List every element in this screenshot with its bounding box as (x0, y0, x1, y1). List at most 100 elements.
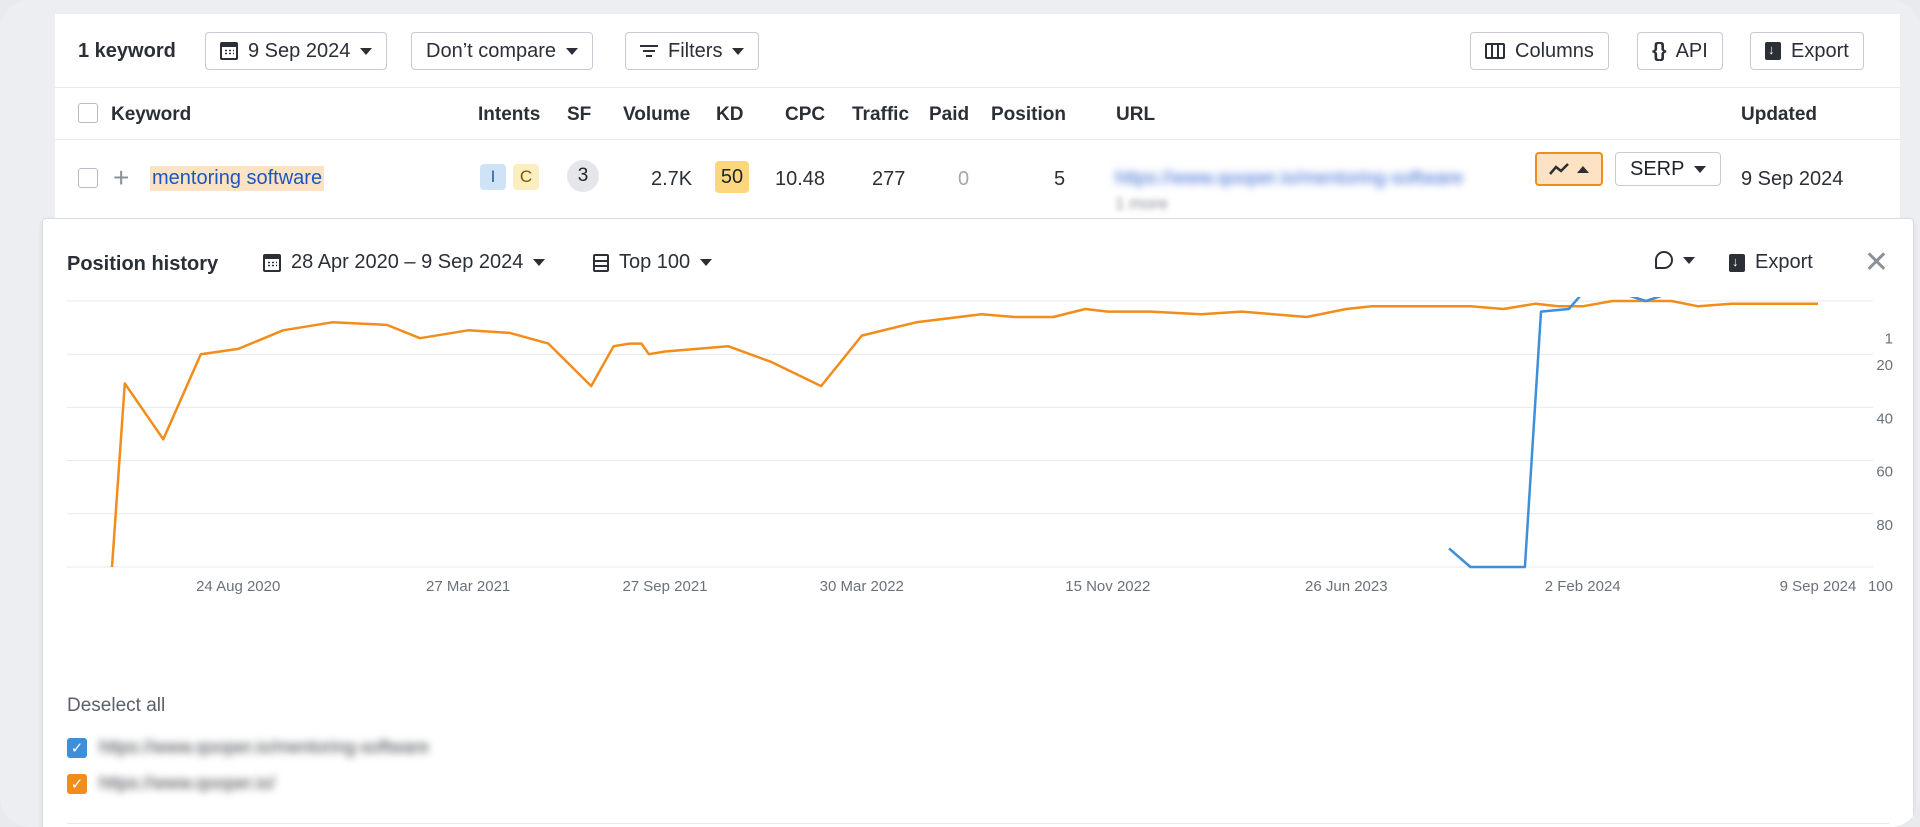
x-tick-label: 2 Feb 2024 (1545, 578, 1621, 595)
chevron-down-icon (700, 259, 713, 266)
position-value: 5 (1054, 168, 1066, 190)
y-tick-label: 100 (1868, 578, 1893, 595)
y-tick-label: 1 (1885, 331, 1893, 348)
intent-informational-badge: I (480, 164, 506, 190)
cpc-value: 10.48 (775, 168, 826, 190)
panel-title: Position history (67, 253, 219, 275)
compare-button[interactable]: Don’t compare (411, 32, 594, 70)
legend-url: https://www.qooper.io/mentoring-software (99, 737, 430, 757)
kd-badge: 50 (715, 161, 749, 193)
header-intents[interactable]: Intents (478, 104, 540, 126)
chevron-down-icon (1683, 256, 1695, 264)
y-tick-label: 20 (1876, 357, 1893, 374)
position-history-chart: 1 20 40 60 80 100 24 Aug 2020 27 Mar 2021 27 Sep… (67, 297, 1893, 595)
close-icon[interactable]: ✕ (1864, 245, 1889, 280)
legend-checkbox[interactable]: ✓ (67, 737, 87, 758)
add-keyword-icon[interactable]: + (113, 162, 129, 194)
header-updated[interactable]: Updated (1741, 104, 1817, 126)
volume-value: 2.7K (651, 168, 693, 190)
y-tick-label: 40 (1876, 410, 1893, 427)
series-line (1448, 297, 1662, 569)
chevron-down-icon (360, 47, 373, 55)
export-button[interactable]: Export (1750, 32, 1864, 70)
braces-icon: {} (1652, 39, 1667, 62)
download-icon (1765, 42, 1781, 60)
api-button[interactable]: {} API (1637, 32, 1723, 70)
keyword-count: 1 keyword (78, 40, 176, 62)
columns-label: Columns (1515, 39, 1594, 62)
chevron-down-icon (732, 47, 745, 55)
position-history-toggle[interactable] (1535, 152, 1603, 186)
deselect-all-link[interactable]: Deselect all (67, 695, 165, 717)
position-history-panel: Position history 28 Apr 2020 – 9 Sep 202… (42, 218, 1914, 827)
x-tick-label: 30 Mar 2022 (820, 578, 904, 595)
header-volume[interactable]: Volume (623, 104, 690, 126)
legend-item[interactable]: ✓ https://www.qooper.io/mentoring-softwa… (67, 737, 429, 758)
serp-label: SERP (1630, 157, 1685, 180)
date-range-button[interactable]: 28 Apr 2020 – 9 Sep 2024 (263, 251, 546, 274)
calendar-icon (220, 42, 238, 60)
legend-item[interactable]: ✓ https://www.qooper.io/ (67, 773, 275, 794)
chevron-down-icon (1694, 165, 1707, 173)
select-all-checkbox[interactable] (78, 103, 98, 123)
x-tick-label: 27 Sep 2021 (622, 578, 707, 595)
header-traffic[interactable]: Traffic (852, 104, 909, 126)
filters-button[interactable]: Filters (625, 32, 760, 70)
intent-commercial-badge: C (513, 164, 539, 190)
divider (67, 823, 1889, 824)
header-sf[interactable]: SF (567, 104, 591, 126)
y-tick-label: 80 (1876, 517, 1893, 534)
columns-icon (1485, 43, 1505, 59)
header-cpc[interactable]: CPC (785, 104, 825, 126)
comment-icon (1655, 251, 1673, 269)
legend-checkbox[interactable]: ✓ (67, 773, 87, 794)
columns-button[interactable]: Columns (1470, 32, 1609, 70)
header-position[interactable]: Position (991, 104, 1066, 126)
row-checkbox[interactable] (78, 168, 98, 188)
download-icon (1729, 253, 1745, 272)
url-more-link[interactable]: 1 more (1115, 194, 1168, 214)
chevron-down-icon (566, 47, 579, 55)
panel-export-label: Export (1755, 251, 1813, 273)
keyword-link[interactable]: mentoring software (150, 166, 325, 191)
sf-count-badge[interactable]: 3 (567, 160, 599, 192)
header-keyword[interactable]: Keyword (111, 104, 191, 126)
export-label: Export (1791, 39, 1849, 62)
date-picker-button[interactable]: 9 Sep 2024 (205, 32, 388, 70)
panel-export-button[interactable]: Export (1729, 251, 1813, 274)
x-tick-label: 15 Nov 2022 (1065, 578, 1150, 595)
x-tick-label: 24 Aug 2020 (196, 578, 280, 595)
series-line (110, 299, 1818, 568)
keywords-table-card: 1 keyword 9 Sep 2024 Don’t compare Filte… (55, 14, 1900, 244)
toolbar: 1 keyword 9 Sep 2024 Don’t compare Filte… (55, 14, 1900, 88)
app-frame: 1 keyword 9 Sep 2024 Don’t compare Filte… (0, 0, 1920, 827)
date-range-label: 28 Apr 2020 – 9 Sep 2024 (291, 251, 524, 273)
annotations-button[interactable] (1655, 251, 1695, 269)
x-tick-label: 27 Mar 2021 (426, 578, 510, 595)
header-url[interactable]: URL (1116, 104, 1155, 126)
y-tick-label: 60 (1876, 464, 1893, 481)
paid-value: 0 (958, 168, 970, 190)
legend-url: https://www.qooper.io/ (99, 773, 276, 793)
top-filter-button[interactable]: Top 100 (593, 251, 713, 274)
x-tick-label: 9 Sep 2024 (1780, 578, 1857, 595)
top-filter-label: Top 100 (619, 251, 691, 273)
header-kd[interactable]: KD (716, 104, 743, 126)
chevron-up-icon (1577, 165, 1589, 173)
date-label: 9 Sep 2024 (248, 39, 351, 62)
trend-line-icon (1549, 163, 1569, 175)
updated-value: 9 Sep 2024 (1741, 168, 1844, 190)
table-icon (593, 253, 609, 272)
table-header: Keyword Intents SF Volume KD CPC Traffic… (55, 88, 1900, 140)
x-tick-label: 26 Jun 2023 (1305, 578, 1388, 595)
filter-icon (640, 44, 658, 58)
api-label: API (1675, 39, 1708, 62)
serp-button[interactable]: SERP (1615, 152, 1722, 186)
chevron-down-icon (533, 259, 546, 266)
url-link[interactable]: https://www.qooper.io/mentoring-software (1115, 168, 1464, 190)
header-paid[interactable]: Paid (929, 104, 969, 126)
traffic-value[interactable]: 277 (872, 168, 905, 191)
calendar-icon (263, 253, 281, 272)
compare-label: Don’t compare (426, 39, 557, 62)
filters-label: Filters (668, 39, 723, 62)
